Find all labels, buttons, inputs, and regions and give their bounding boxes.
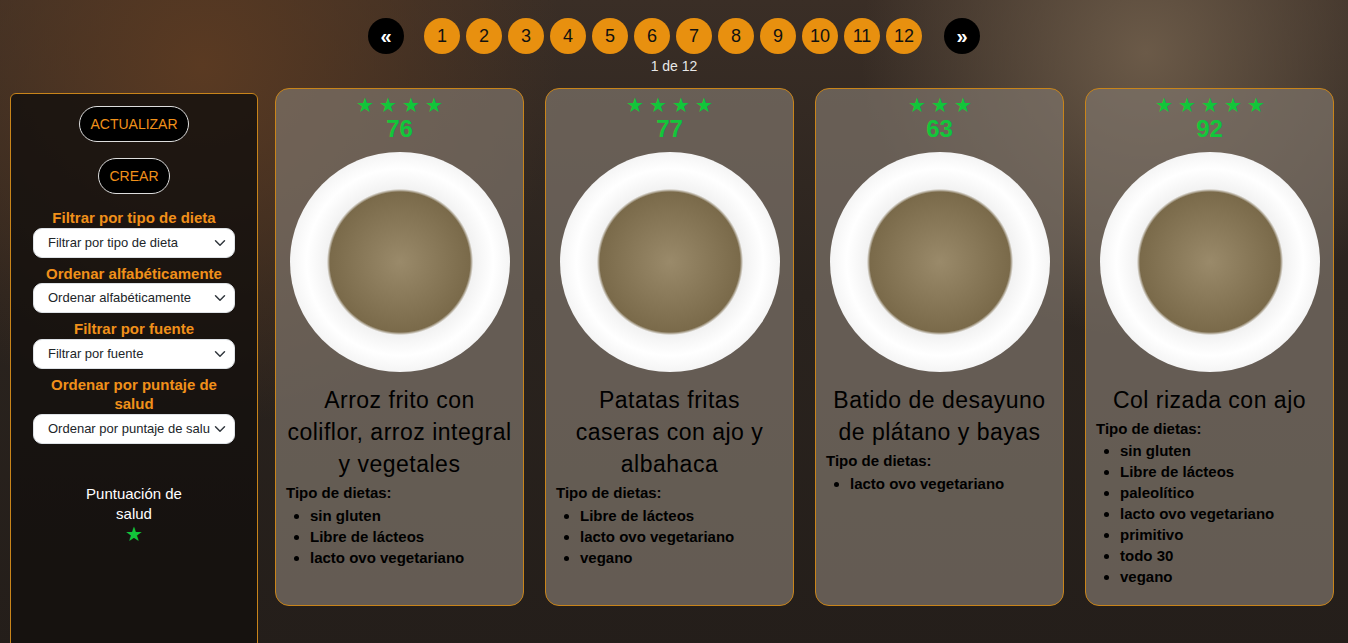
prev-page-button[interactable]: «: [368, 18, 404, 54]
star-icon: ★: [695, 95, 713, 115]
diet-item: sin gluten: [1120, 440, 1323, 461]
filter-select[interactable]: Filtrar por tipo de dieta: [33, 228, 235, 258]
recipe-photo[interactable]: [290, 152, 510, 372]
diet-item: primitivo: [1120, 524, 1323, 545]
diets-label: Tipo de dietas:: [286, 482, 513, 505]
recipe-grid: ★★★★76Arroz frito con coliflor, arroz in…: [275, 88, 1334, 606]
star-icon: ★: [931, 95, 949, 115]
diets-label: Tipo de dietas:: [826, 450, 1053, 473]
star-icon: ★: [356, 95, 374, 115]
star-icon: ★: [954, 95, 972, 115]
recipe-card[interactable]: ★★★63Batido de desayuno de plátano y bay…: [815, 88, 1064, 606]
star-icon: ★: [379, 95, 397, 115]
recipe-title: Batido de desayuno de plátano y bayas: [826, 384, 1053, 448]
legend-label: Puntuación de salud: [84, 484, 184, 525]
diet-item: lacto ovo vegetariano: [850, 473, 1053, 494]
star-icon: ★: [626, 95, 644, 115]
recipe-photo[interactable]: [560, 152, 780, 372]
recipe-card[interactable]: ★★★★★92Col rizada con ajoTipo de dietas:…: [1085, 88, 1334, 606]
diets-label: Tipo de dietas:: [1096, 418, 1323, 441]
recipe-title: Patatas fritas caseras con ajo y albahac…: [556, 384, 783, 481]
filter-label: Filtrar por tipo de dieta: [33, 208, 235, 228]
diet-item: Libre de lácteos: [310, 526, 513, 547]
filter-label: Ordenar alfabéticamente: [33, 264, 235, 284]
sidebar-button[interactable]: CREAR: [98, 158, 169, 194]
filter-select[interactable]: Ordenar por puntaje de salu: [33, 414, 235, 444]
star-rating: ★★★★: [556, 95, 783, 115]
page-button[interactable]: 4: [550, 18, 586, 54]
page-button[interactable]: 3: [508, 18, 544, 54]
star-icon: ★: [1201, 95, 1219, 115]
star-icon: ★: [1247, 95, 1265, 115]
filter-label: Ordenar por puntaje de salud: [33, 375, 235, 414]
page-summary: 1 de 12: [651, 56, 698, 77]
diet-list: Libre de lácteoslacto ovo vegetarianoveg…: [556, 505, 783, 568]
pagination: «123456789101112»: [368, 18, 980, 54]
recipe-title: Arroz frito con coliflor, arroz integral…: [286, 384, 513, 481]
recipe-photo[interactable]: [830, 152, 1050, 372]
star-icon: ★: [1224, 95, 1242, 115]
page-button[interactable]: 8: [718, 18, 754, 54]
star-icon: ★: [908, 95, 926, 115]
diet-item: Libre de lácteos: [1120, 461, 1323, 482]
diet-list: lacto ovo vegetariano: [826, 473, 1053, 494]
star-icon: ★: [672, 95, 690, 115]
star-icon: ★: [1178, 95, 1196, 115]
recipe-photo[interactable]: [1100, 152, 1320, 372]
diet-item: Libre de lácteos: [580, 505, 783, 526]
star-icon: ★: [125, 524, 143, 544]
filter-select[interactable]: Ordenar alfabéticamente: [33, 283, 235, 313]
pagination-header: «123456789101112»1 de 12: [0, 0, 1348, 88]
star-icon: ★: [1155, 95, 1173, 115]
star-icon: ★: [402, 95, 420, 115]
filter-label: Filtrar por fuente: [33, 319, 235, 339]
health-score: 63: [826, 115, 1053, 144]
health-score: 77: [556, 115, 783, 144]
star-rating: ★★★★: [286, 95, 513, 115]
diet-item: todo 30: [1120, 545, 1323, 566]
sidebar: ACTUALIZAR CREAR Filtrar por tipo de dieta…: [10, 93, 258, 643]
page-button[interactable]: 6: [634, 18, 670, 54]
health-score: 76: [286, 115, 513, 144]
star-icon: ★: [425, 95, 443, 115]
diet-item: paleolítico: [1120, 482, 1323, 503]
health-legend: Puntuación de salud★: [84, 484, 184, 545]
star-rating: ★★★: [826, 95, 1053, 115]
recipe-card[interactable]: ★★★★77Patatas fritas caseras con ajo y a…: [545, 88, 794, 606]
health-score: 92: [1096, 115, 1323, 144]
diets-label: Tipo de dietas:: [556, 482, 783, 505]
main-area: ACTUALIZAR CREAR Filtrar por tipo de dieta…: [0, 88, 1348, 643]
page-button[interactable]: 5: [592, 18, 628, 54]
star-rating: ★: [84, 524, 184, 544]
diet-item: vegano: [580, 547, 783, 568]
sidebar-button[interactable]: ACTUALIZAR: [79, 106, 188, 142]
page-button[interactable]: 1: [424, 18, 460, 54]
page-button[interactable]: 10: [802, 18, 838, 54]
recipe-title: Col rizada con ajo: [1096, 384, 1323, 416]
page-button[interactable]: 12: [886, 18, 922, 54]
filter-select[interactable]: Filtrar por fuente: [33, 339, 235, 369]
diet-item: lacto ovo vegetariano: [1120, 503, 1323, 524]
star-icon: ★: [649, 95, 667, 115]
page-button[interactable]: 11: [844, 18, 880, 54]
diet-item: lacto ovo vegetariano: [580, 526, 783, 547]
diet-list: sin glutenLibre de lácteospaleolíticolac…: [1096, 440, 1323, 587]
diet-list: sin glutenLibre de lácteoslacto ovo vege…: [286, 505, 513, 568]
recipe-card[interactable]: ★★★★76Arroz frito con coliflor, arroz in…: [275, 88, 524, 606]
star-rating: ★★★★★: [1096, 95, 1323, 115]
diet-item: sin gluten: [310, 505, 513, 526]
page-button[interactable]: 2: [466, 18, 502, 54]
next-page-button[interactable]: »: [944, 18, 980, 54]
diet-item: lacto ovo vegetariano: [310, 547, 513, 568]
filters: Filtrar por tipo de dietaFiltrar por tip…: [33, 202, 235, 444]
page-button[interactable]: 7: [676, 18, 712, 54]
page-button[interactable]: 9: [760, 18, 796, 54]
diet-item: vegano: [1120, 566, 1323, 587]
